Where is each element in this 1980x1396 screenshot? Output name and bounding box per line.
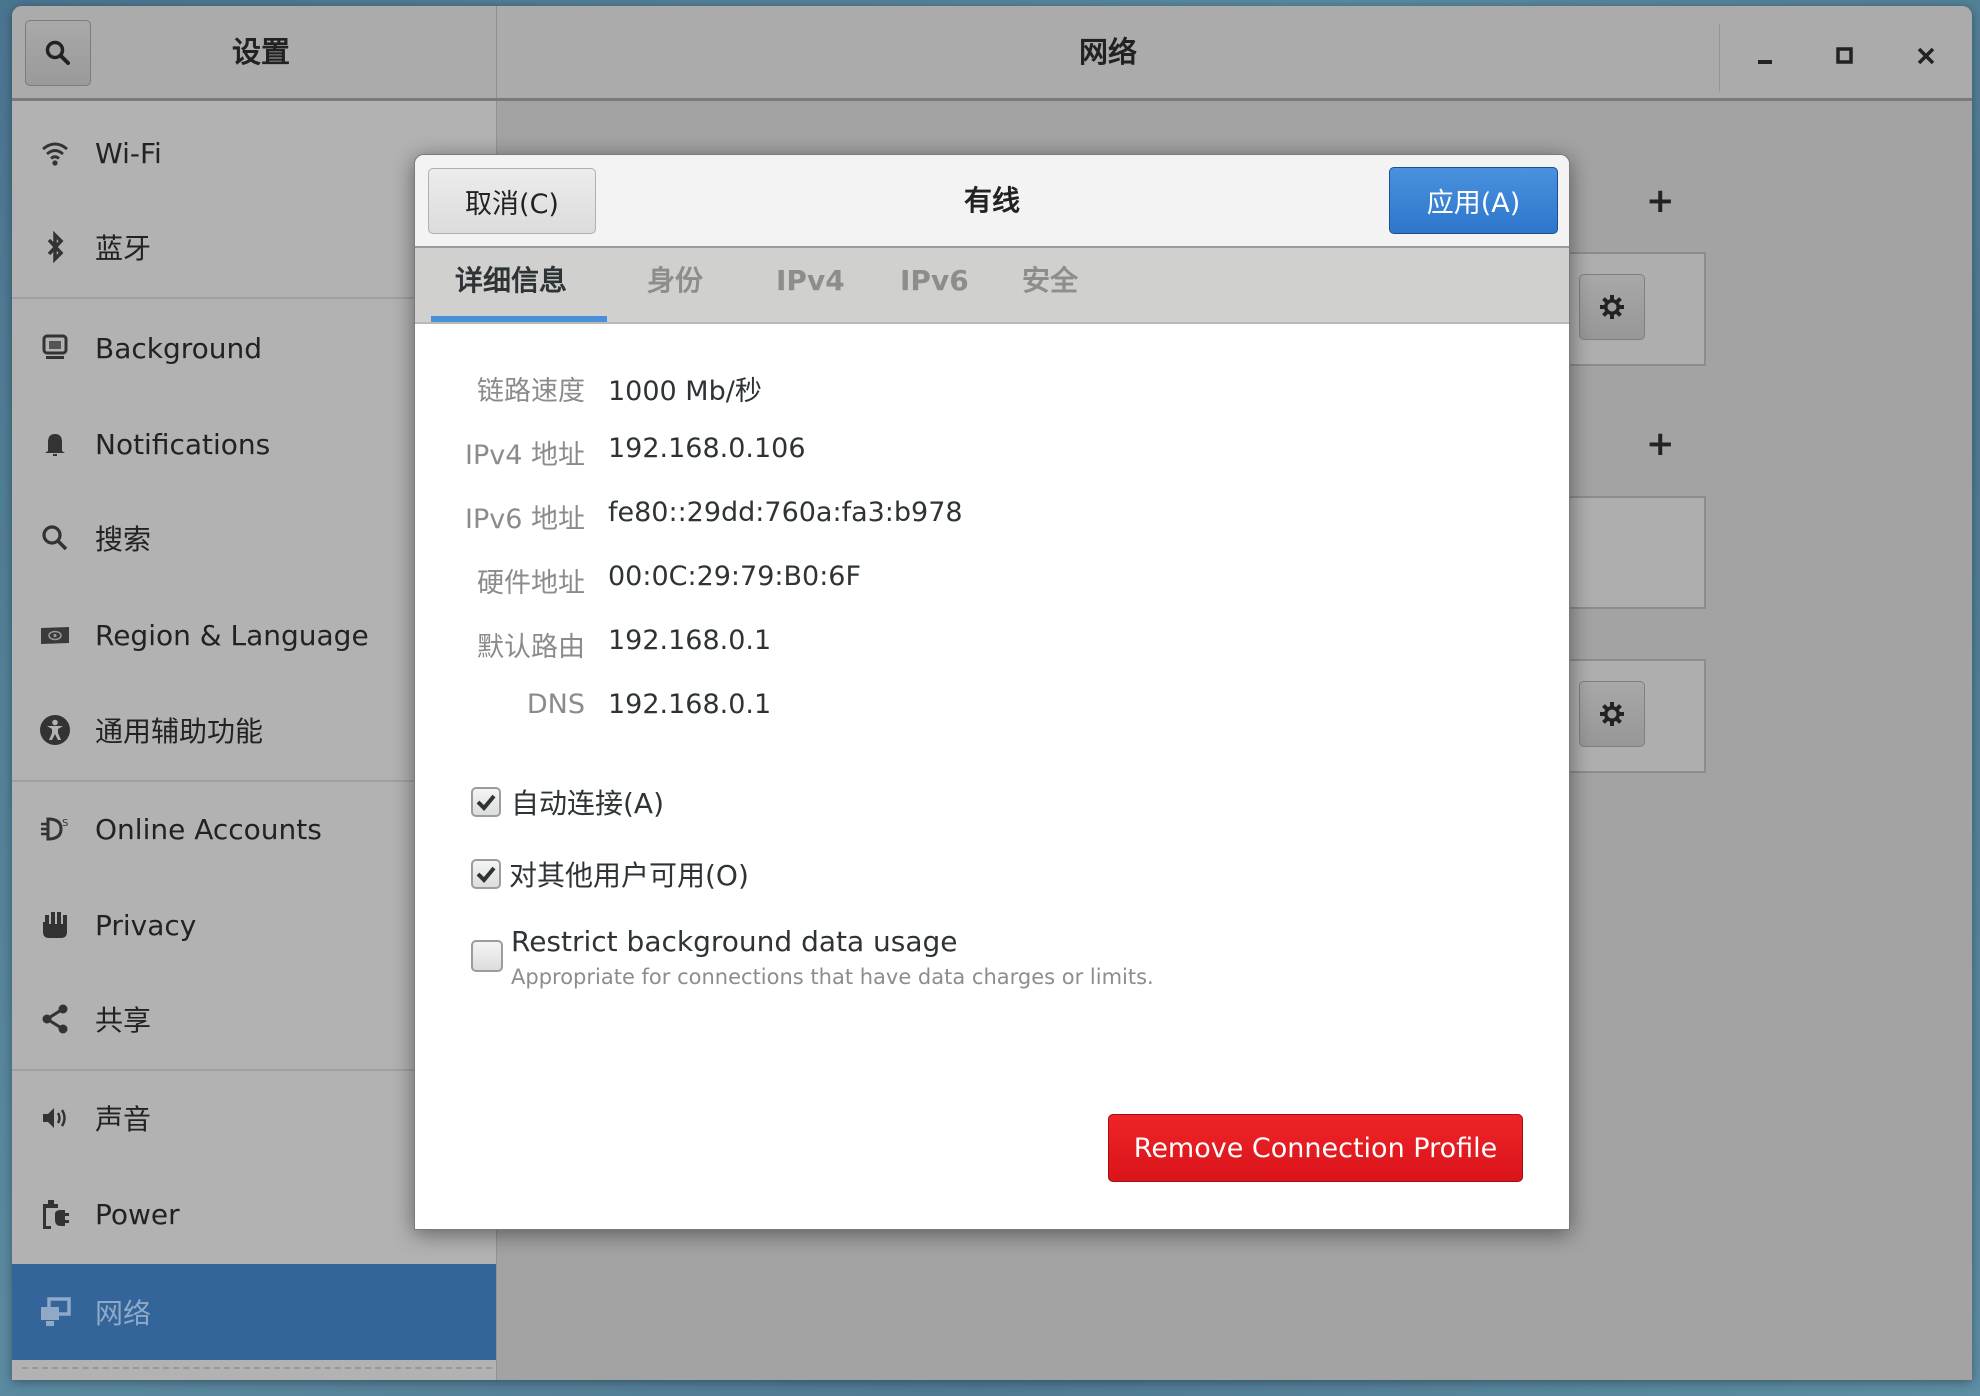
network-icon [38, 1295, 72, 1329]
sidebar-item-label: Region & Language [95, 618, 369, 652]
detail-key: 硬件地址 [477, 568, 585, 599]
close-icon [1917, 47, 1935, 65]
sidebar-item-label: Power [95, 1197, 180, 1231]
detail-row-default-route: 默认路由 192.168.0.1 [415, 625, 1569, 665]
gear-icon [1600, 702, 1624, 726]
sidebar-title: 设置 [231, 35, 290, 69]
share-icon [38, 1002, 72, 1036]
detail-value: 192.168.0.1 [608, 625, 772, 656]
wifi-icon [38, 136, 72, 170]
minimize-button[interactable] [1737, 28, 1793, 84]
minimize-icon [1758, 60, 1772, 64]
header-separator [1719, 24, 1720, 92]
auto-connect-label[interactable]: 自动连接(A) [511, 782, 664, 822]
hand-icon [38, 908, 72, 942]
sidebar-item-label: Notifications [95, 427, 271, 461]
active-tab-indicator [431, 316, 607, 322]
restrict-data-label[interactable]: Restrict background data usage [511, 925, 958, 958]
sidebar-item-label: Online Accounts [95, 812, 322, 846]
sidebar-item-label: 声音 [95, 1103, 152, 1136]
detail-row-dns: DNS 192.168.0.1 [415, 689, 1569, 729]
wired-connection-dialog: 有线 取消(C) 应用(A) 详细信息 身份 IPv4 IPv6 安全 链路速度… [414, 154, 1570, 1230]
detail-key: IPv6 地址 [465, 504, 585, 535]
sidebar-item-network[interactable]: 网络 [12, 1264, 496, 1360]
bluetooth-icon [38, 230, 72, 264]
proxy-settings-button[interactable] [1579, 681, 1645, 747]
sidebar-item-label: 网络 [95, 1297, 152, 1330]
speaker-icon [38, 1101, 72, 1135]
restrict-data-description: Appropriate for connections that have da… [511, 965, 1154, 989]
detail-key: DNS [526, 689, 585, 720]
sidebar-item-label: 通用辅助功能 [95, 715, 264, 748]
detail-value: fe80::29dd:760a:fa3:b978 [608, 497, 963, 528]
bell-icon [38, 427, 72, 461]
sidebar-item-label: Wi-Fi [95, 136, 162, 170]
detail-value: 192.168.0.106 [608, 433, 806, 464]
detail-key: IPv4 地址 [465, 440, 585, 471]
detail-value: 192.168.0.1 [608, 689, 772, 720]
gear-icon [1600, 295, 1624, 319]
accessibility-icon [38, 713, 72, 747]
all-users-label[interactable]: 对其他用户可用(O) [509, 854, 749, 894]
sidebar-item-label: 共享 [95, 1004, 152, 1037]
tab-details[interactable]: 详细信息 [455, 248, 567, 322]
add-wired-button[interactable]: + [1646, 181, 1675, 221]
restrict-data-checkbox[interactable] [471, 940, 503, 972]
sidebar-item-label: Background [95, 331, 263, 365]
background-icon [38, 331, 72, 365]
detail-value: 1000 Mb/秒 [608, 376, 762, 407]
add-vpn-button[interactable]: + [1646, 424, 1675, 464]
tab-identity[interactable]: 身份 [647, 248, 703, 322]
panel-title: 网络 [1078, 35, 1137, 69]
remove-connection-profile-button[interactable]: Remove Connection Profile [1108, 1114, 1523, 1182]
power-icon [38, 1197, 72, 1231]
cancel-button[interactable]: 取消(C) [428, 168, 596, 234]
detail-row-link-speed: 链路速度 1000 Mb/秒 [415, 369, 1569, 409]
detail-row-hardware: 硬件地址 00:0C:29:79:B0:6F [415, 561, 1569, 601]
apply-button[interactable]: 应用(A) [1389, 167, 1558, 234]
header-left: 设置 [12, 6, 497, 98]
detail-row-ipv4: IPv4 地址 192.168.0.106 [415, 433, 1569, 473]
dialog-header: 有线 取消(C) 应用(A) [415, 155, 1569, 248]
dialog-tabs: 详细信息 身份 IPv4 IPv6 安全 [415, 248, 1569, 324]
region-icon [38, 618, 72, 652]
auto-connect-checkbox[interactable] [471, 787, 501, 817]
sidebar-item-label: Privacy [95, 908, 197, 942]
detail-key: 链路速度 [477, 376, 585, 407]
sidebar-item-label: 蓝牙 [95, 232, 152, 265]
detail-key: 默认路由 [477, 632, 585, 663]
close-button[interactable] [1898, 28, 1954, 84]
checkmark-icon [476, 794, 496, 811]
online-accounts-icon: S [38, 812, 72, 846]
tab-ipv4[interactable]: IPv4 [776, 248, 845, 322]
maximize-button[interactable] [1817, 28, 1873, 84]
svg-text:S: S [62, 818, 68, 829]
tab-ipv6[interactable]: IPv6 [900, 248, 969, 322]
search-icon [38, 521, 72, 555]
sidebar-scroll-edge [22, 1367, 492, 1369]
wired-settings-button[interactable] [1579, 274, 1645, 340]
header-bar: 设置 网络 [12, 6, 1972, 101]
sidebar-item-label: 搜索 [95, 523, 152, 556]
checkmark-icon [476, 866, 496, 883]
maximize-icon [1836, 47, 1853, 64]
all-users-checkbox[interactable] [471, 859, 501, 889]
detail-value: 00:0C:29:79:B0:6F [608, 561, 861, 592]
tab-security[interactable]: 安全 [1022, 248, 1078, 322]
detail-row-ipv6: IPv6 地址 fe80::29dd:760a:fa3:b978 [415, 497, 1569, 537]
